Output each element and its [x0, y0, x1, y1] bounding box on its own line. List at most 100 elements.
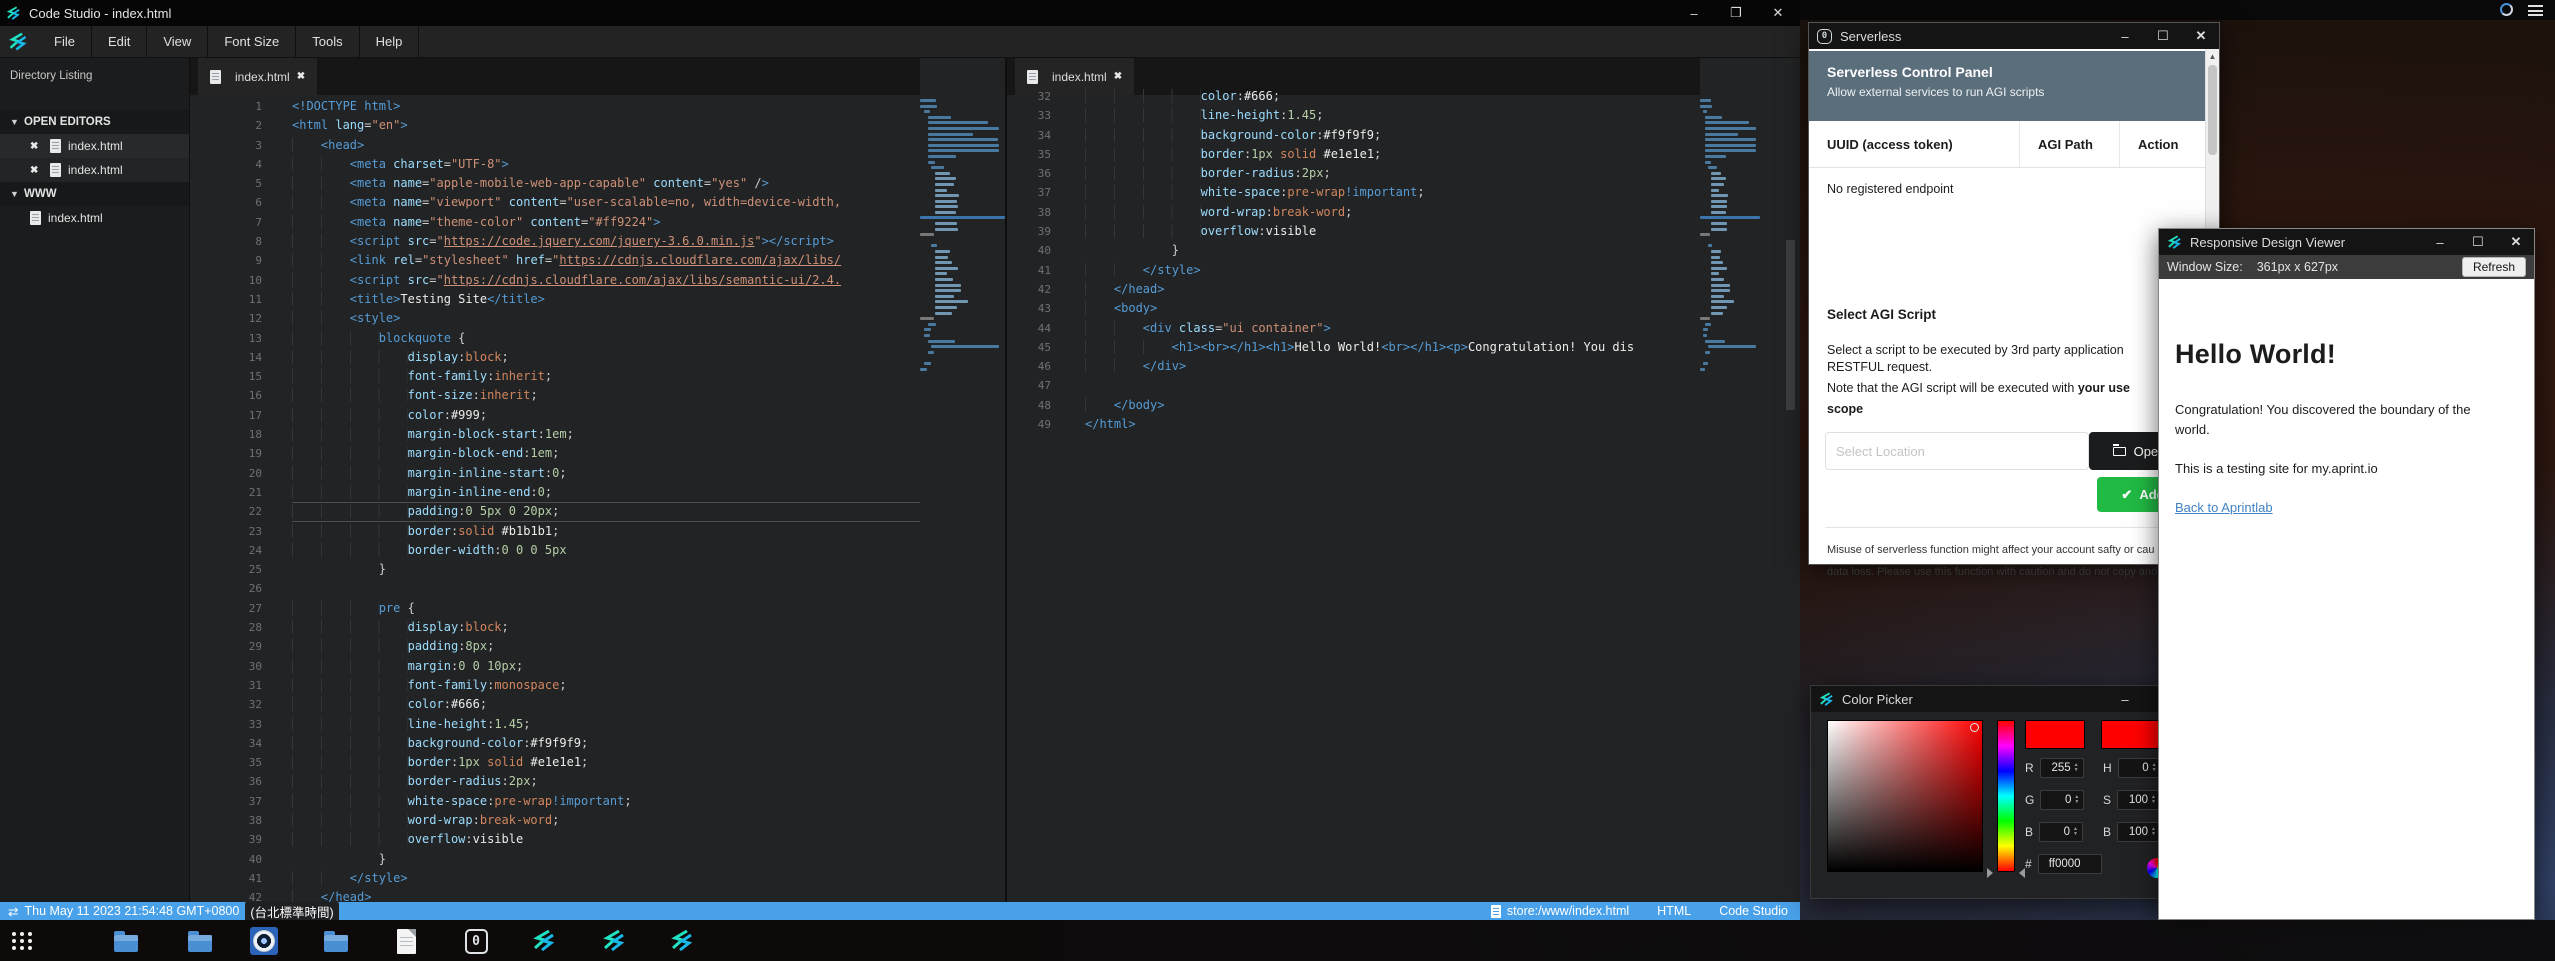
back-to-aprintlab-link[interactable]: Back to Aprintlab [2175, 500, 2273, 515]
code-line[interactable]: border:1px solid #e1e1e1; [1085, 145, 1700, 164]
app-launcher-icon[interactable] [8, 927, 36, 955]
stepper-icon[interactable]: ▲▼ [2152, 763, 2157, 773]
scroll-up-icon[interactable]: ▲ [2206, 49, 2219, 61]
code-line[interactable]: display:block; [292, 348, 920, 367]
folder-icon[interactable] [186, 927, 214, 955]
refresh-button[interactable]: Refresh [2462, 257, 2526, 277]
code-line[interactable]: display:block; [292, 618, 920, 637]
close-tab-icon[interactable]: ✖ [297, 71, 305, 82]
code-line[interactable]: word-wrap:break-word; [1085, 203, 1700, 222]
code-line[interactable]: <script src="https://code.jquery.com/jqu… [292, 232, 920, 251]
menu-file[interactable]: File [38, 26, 92, 58]
tab-index-html[interactable]: index.html ✖ [198, 58, 317, 95]
code-line[interactable]: line-height:1.45; [292, 715, 920, 734]
tree-section-www[interactable]: ▼ WWW [0, 182, 189, 206]
stepper-icon[interactable]: ▲▼ [2151, 827, 2156, 837]
code-line[interactable]: border:solid #b1b1b1; [292, 522, 920, 541]
minimap[interactable] [1700, 97, 1760, 373]
code-line[interactable]: <div class="ui container"> [1085, 319, 1700, 338]
saturation-field[interactable] [1827, 720, 1983, 872]
code-line[interactable]: border-radius:2px; [292, 772, 920, 791]
code-line[interactable]: <script src="https://cdnjs.cloudflare.co… [292, 271, 920, 290]
color-cursor[interactable] [1970, 723, 1979, 732]
code-line[interactable]: </div> [1085, 357, 1700, 376]
code-line[interactable]: white-space:pre-wrap!important; [292, 792, 920, 811]
code-line[interactable]: margin-inline-start:0; [292, 464, 920, 483]
code-line[interactable]: } [292, 850, 920, 869]
code-line[interactable]: white-space:pre-wrap!important; [1085, 183, 1700, 202]
code-line[interactable]: </head> [1085, 280, 1700, 299]
code-line[interactable]: padding:8px; [292, 637, 920, 656]
code-line[interactable]: line-height:1.45; [1085, 106, 1700, 125]
minimize-button[interactable]: – [2432, 235, 2448, 250]
code-line[interactable]: <meta name="apple-mobile-web-app-capable… [292, 174, 920, 193]
code-line[interactable]: blockquote { [292, 329, 920, 348]
code-line[interactable]: <h1><br></h1><h1>Hello World!<br></h1><p… [1085, 338, 1700, 357]
status-file-path[interactable]: store:/www/index.html [1507, 904, 1629, 918]
minimap[interactable] [920, 97, 1005, 373]
restore-button[interactable]: ❐ [1728, 5, 1744, 21]
code-line[interactable]: </html> [1085, 415, 1700, 434]
code-line[interactable]: color:#666; [292, 695, 920, 714]
code-line[interactable]: <head> [292, 136, 920, 155]
code-line[interactable]: <body> [1085, 299, 1700, 318]
code-line[interactable]: </head> [292, 888, 920, 902]
code-area[interactable]: color:#666; line-height:1.45; background… [1085, 87, 1700, 902]
code-line[interactable]: overflow:visible [292, 830, 920, 849]
code-line[interactable]: overflow:visible [1085, 222, 1700, 241]
code-line[interactable]: </body> [1085, 396, 1700, 415]
stepper-icon[interactable]: ▲▼ [2074, 795, 2079, 805]
close-tab-icon[interactable]: ✖ [1114, 71, 1122, 82]
hex-input[interactable] [2038, 854, 2102, 874]
close-button[interactable]: ✕ [2508, 234, 2524, 250]
close-file-icon[interactable]: ✖ [30, 165, 42, 176]
media-disc-icon[interactable] [250, 927, 278, 955]
code-line[interactable]: margin-block-start:1em; [292, 425, 920, 444]
menu-edit[interactable]: Edit [92, 26, 147, 58]
code-line[interactable]: color:#666; [1085, 87, 1700, 106]
title-bar[interactable]: 0 Serverless – ☐ ✕ [1809, 23, 2219, 49]
code-line[interactable]: font-family:monospace; [292, 676, 920, 695]
code-line[interactable]: } [292, 560, 920, 579]
code-line[interactable]: </style> [1085, 261, 1700, 280]
code-line[interactable] [292, 579, 920, 598]
code-line[interactable]: word-wrap:break-word; [292, 811, 920, 830]
code-line[interactable]: font-family:inherit; [292, 367, 920, 386]
minimize-button[interactable]: – [2117, 29, 2133, 44]
code-line[interactable]: <style> [292, 309, 920, 328]
code-line[interactable]: margin:0 0 10px; [292, 657, 920, 676]
code-line[interactable]: <title>Testing Site</title> [292, 290, 920, 309]
code-line[interactable]: <html lang="en"> [292, 116, 920, 135]
tree-item-www-index[interactable]: index.html [0, 206, 189, 230]
code-line[interactable]: </style> [292, 869, 920, 888]
code-line[interactable]: padding:0 5px 0 20px; [292, 502, 920, 521]
code-line[interactable]: background-color:#f9f9f9; [292, 734, 920, 753]
select-location-input[interactable] [1825, 432, 2089, 470]
code-studio-icon[interactable] [530, 927, 558, 955]
code-line[interactable]: color:#999; [292, 406, 920, 425]
menu-help[interactable]: Help [360, 26, 420, 58]
code-studio-icon[interactable] [668, 927, 696, 955]
code-line[interactable]: <meta charset="UTF-8"> [292, 155, 920, 174]
sync-icon[interactable]: ⇄ [8, 904, 18, 919]
code-line[interactable]: margin-block-end:1em; [292, 444, 920, 463]
title-bar[interactable]: Code Studio - index.html – ❐ ✕ [0, 0, 1800, 26]
code-line[interactable]: border:1px solid #e1e1e1; [292, 753, 920, 772]
code-line[interactable]: <meta name="viewport" content="user-scal… [292, 193, 920, 212]
code-line[interactable]: <link rel="stylesheet" href="https://cdn… [292, 251, 920, 270]
status-language[interactable]: HTML [1657, 904, 1691, 918]
title-bar[interactable]: Responsive Design Viewer – ☐ ✕ [2159, 229, 2534, 255]
code-line[interactable] [1085, 376, 1700, 395]
code-line[interactable]: border-radius:2px; [1085, 164, 1700, 183]
code-line[interactable]: pre { [292, 599, 920, 618]
code-line[interactable]: font-size:inherit; [292, 386, 920, 405]
maximize-button[interactable]: ☐ [2155, 28, 2171, 44]
document-icon[interactable] [392, 927, 420, 955]
code-line[interactable]: margin-inline-end:0; [292, 483, 920, 502]
code-line[interactable]: <!DOCTYPE html> [292, 97, 920, 116]
hue-arrow-left-icon[interactable] [1987, 868, 1993, 878]
maximize-button[interactable]: ☐ [2470, 234, 2486, 250]
code-line[interactable]: <meta name="theme-color" content="#ff922… [292, 213, 920, 232]
close-button[interactable]: ✕ [1770, 5, 1786, 21]
close-button[interactable]: ✕ [2193, 28, 2209, 44]
